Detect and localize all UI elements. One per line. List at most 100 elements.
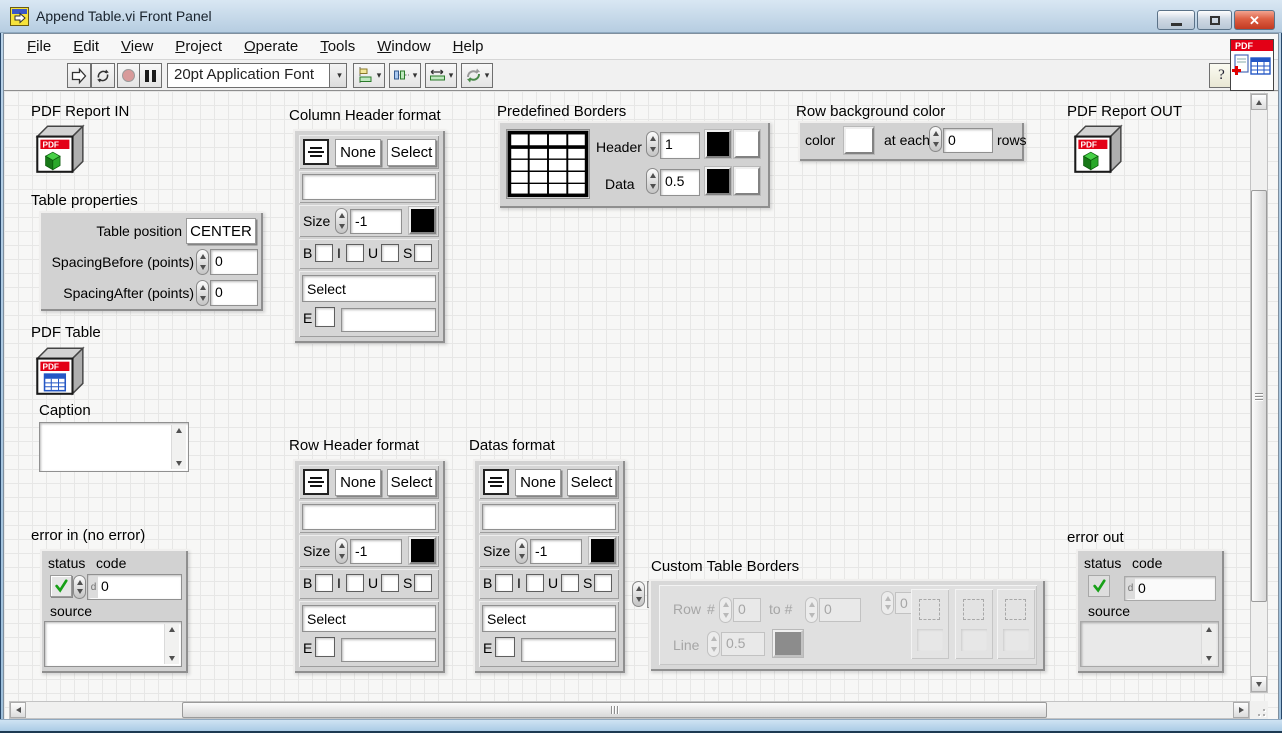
data-width-spinner[interactable] <box>646 168 659 194</box>
header-width-field[interactable]: 1 <box>660 132 700 159</box>
e-field[interactable] <box>521 638 616 662</box>
e-checkbox[interactable] <box>315 307 335 327</box>
menu-operate[interactable]: Operate <box>233 36 309 57</box>
underline-checkbox[interactable] <box>561 574 579 592</box>
spacing-before-spinner[interactable] <box>196 249 209 275</box>
scroll-up-icon[interactable] <box>176 428 182 433</box>
e-field[interactable] <box>341 638 436 662</box>
strike-checkbox[interactable] <box>414 574 432 592</box>
run-continuous-button[interactable] <box>91 63 115 88</box>
menu-help[interactable]: Help <box>442 36 495 57</box>
header-line-color-box[interactable] <box>705 130 731 158</box>
error-in-code-spinner[interactable] <box>73 575 86 599</box>
maximize-button[interactable] <box>1197 10 1232 30</box>
horizontal-scroll-thumb[interactable] <box>182 702 1047 718</box>
underline-checkbox[interactable] <box>381 574 399 592</box>
pause-button[interactable] <box>139 63 162 88</box>
error-in-source-scrollbar[interactable] <box>164 624 179 664</box>
spacing-after-spinner[interactable] <box>196 280 209 306</box>
error-in-source-field[interactable] <box>44 621 182 667</box>
menu-project[interactable]: Project <box>164 36 233 57</box>
scroll-down-icon[interactable] <box>169 656 175 661</box>
title-bar[interactable]: Append Table.vi Front Panel ✕ <box>0 0 1282 33</box>
scroll-up-icon[interactable] <box>169 627 175 632</box>
header-width-spinner[interactable] <box>646 131 659 157</box>
size-field[interactable]: -1 <box>350 209 402 234</box>
horizontal-scrollbar[interactable] <box>9 701 1250 719</box>
font-name-field[interactable] <box>482 504 616 530</box>
font-select-field[interactable]: Select <box>302 275 436 302</box>
size-field[interactable]: -1 <box>530 539 582 564</box>
font-select-field[interactable]: Select <box>482 605 616 632</box>
vertical-scroll-thumb[interactable] <box>1251 190 1267 602</box>
vertical-scrollbar[interactable] <box>1250 93 1268 693</box>
caption-string-control[interactable] <box>39 422 189 472</box>
border-style-pict-ring[interactable] <box>506 129 590 199</box>
size-field[interactable]: -1 <box>350 539 402 564</box>
style-none-ring[interactable]: None <box>335 139 381 166</box>
bold-checkbox[interactable] <box>315 244 333 262</box>
header-bg-color-box[interactable] <box>734 130 760 158</box>
style-none-ring[interactable]: None <box>335 469 381 496</box>
text-color-box[interactable] <box>409 207 436 234</box>
scroll-right-button[interactable] <box>1233 702 1249 718</box>
error-in-code-field[interactable]: d 0 <box>87 574 182 600</box>
error-out-source-scrollbar[interactable] <box>1201 624 1216 664</box>
resize-grip[interactable] <box>1250 701 1268 719</box>
array-index-spinner[interactable] <box>632 581 645 607</box>
data-bg-color-box[interactable] <box>734 167 760 195</box>
text-align-ring[interactable] <box>303 139 329 165</box>
menu-file[interactable]: File <box>16 36 62 57</box>
pdf-report-in-refnum-icon[interactable]: PDF <box>29 120 87 178</box>
vi-icon-pane[interactable]: PDF <box>1230 39 1274 91</box>
italic-checkbox[interactable] <box>346 574 364 592</box>
caption-scrollbar[interactable] <box>171 425 186 469</box>
underline-checkbox[interactable] <box>381 244 399 262</box>
size-spinner[interactable] <box>335 538 348 564</box>
style-select-ring[interactable]: Select <box>387 469 436 496</box>
scroll-up-button[interactable] <box>1251 94 1267 110</box>
italic-checkbox[interactable] <box>526 574 544 592</box>
text-color-box[interactable] <box>409 537 436 564</box>
font-name-field[interactable] <box>302 504 436 530</box>
menu-tools[interactable]: Tools <box>309 36 366 57</box>
scroll-down-icon[interactable] <box>176 461 182 466</box>
align-objects-button[interactable]: ▾ <box>353 63 385 88</box>
bold-checkbox[interactable] <box>315 574 333 592</box>
size-spinner[interactable] <box>335 208 348 234</box>
style-none-ring[interactable]: None <box>515 469 561 496</box>
data-line-color-box[interactable] <box>705 167 731 195</box>
reorder-objects-button[interactable]: ▾ <box>461 63 493 88</box>
rows-count-spinner[interactable] <box>929 126 942 152</box>
menu-window[interactable]: Window <box>366 36 441 57</box>
scroll-left-button[interactable] <box>10 702 26 718</box>
bold-checkbox[interactable] <box>495 574 513 592</box>
close-button[interactable]: ✕ <box>1234 10 1275 30</box>
spacing-after-field[interactable]: 0 <box>210 280 258 306</box>
font-name-field[interactable] <box>302 174 436 200</box>
font-select-field[interactable]: Select <box>302 605 436 632</box>
strike-checkbox[interactable] <box>414 244 432 262</box>
text-align-ring[interactable] <box>303 469 329 495</box>
text-color-box[interactable] <box>589 537 616 564</box>
minimize-button[interactable] <box>1157 10 1195 30</box>
pdf-report-out-refnum-icon[interactable]: PDF <box>1067 120 1125 178</box>
table-position-ring[interactable]: CENTER <box>186 218 256 244</box>
e-checkbox[interactable] <box>495 637 515 657</box>
italic-checkbox[interactable] <box>346 244 364 262</box>
font-selector-dropdown[interactable]: ▾ <box>329 63 347 88</box>
row-bg-color-box[interactable] <box>844 127 874 154</box>
menu-edit[interactable]: Edit <box>62 36 110 57</box>
e-checkbox[interactable] <box>315 637 335 657</box>
resize-objects-button[interactable]: ▾ <box>425 63 457 88</box>
distribute-objects-button[interactable]: ▾ <box>389 63 421 88</box>
size-spinner[interactable] <box>515 538 528 564</box>
scroll-down-icon[interactable] <box>1206 656 1212 661</box>
scroll-up-icon[interactable] <box>1206 627 1212 632</box>
error-in-status-checkbox[interactable] <box>50 575 72 597</box>
style-select-ring[interactable]: Select <box>567 469 616 496</box>
run-button[interactable] <box>67 63 91 88</box>
scroll-down-button[interactable] <box>1251 676 1267 692</box>
data-width-field[interactable]: 0.5 <box>660 169 700 196</box>
style-select-ring[interactable]: Select <box>387 139 436 166</box>
